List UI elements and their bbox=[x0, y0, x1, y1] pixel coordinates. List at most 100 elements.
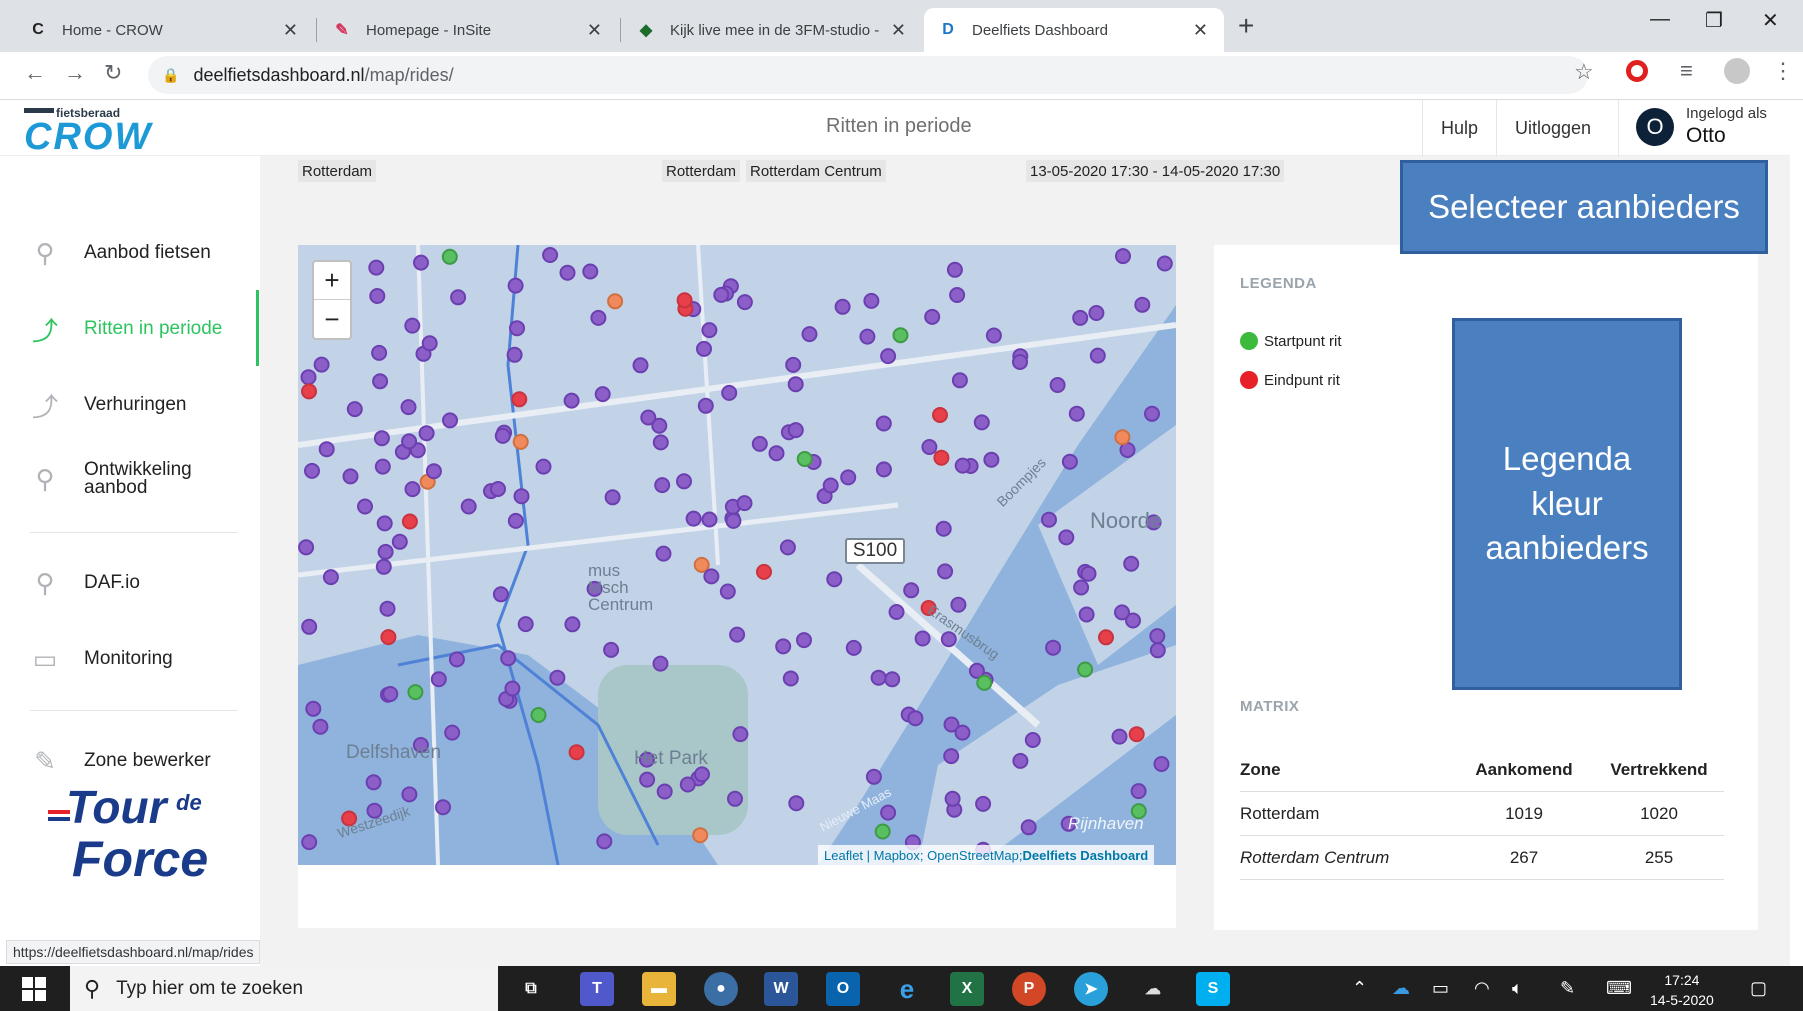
ride-dot[interactable] bbox=[1111, 728, 1128, 745]
ride-dot[interactable] bbox=[685, 510, 702, 527]
ride-dot[interactable] bbox=[374, 458, 391, 475]
ride-dot[interactable] bbox=[401, 786, 418, 803]
ride-dot[interactable] bbox=[932, 407, 948, 423]
teams-icon[interactable]: T bbox=[580, 972, 614, 1006]
help-button[interactable]: Hulp bbox=[1422, 100, 1496, 156]
ride-dot[interactable] bbox=[632, 357, 649, 374]
ride-dot[interactable] bbox=[1149, 628, 1166, 645]
ride-dot[interactable] bbox=[342, 468, 359, 485]
ride-dot[interactable] bbox=[729, 626, 746, 643]
ride-dot[interactable] bbox=[949, 287, 966, 303]
ride-dot[interactable] bbox=[655, 545, 672, 562]
ride-dot[interactable] bbox=[874, 823, 891, 840]
close-icon[interactable]: ✕ bbox=[587, 20, 602, 41]
ride-dot[interactable] bbox=[875, 415, 892, 432]
ride-dot[interactable] bbox=[639, 771, 656, 788]
edge-icon[interactable]: e bbox=[890, 972, 924, 1006]
ride-dot[interactable] bbox=[1134, 296, 1151, 313]
ride-dot[interactable] bbox=[448, 651, 465, 668]
ride-dot[interactable] bbox=[921, 439, 938, 455]
ride-dot[interactable] bbox=[693, 556, 710, 573]
sidebar-item-ritten-in-periode[interactable]: ⤴ Ritten in periode bbox=[26, 310, 222, 348]
ride-dot[interactable] bbox=[506, 346, 523, 363]
ride-dot[interactable] bbox=[1098, 629, 1114, 646]
ride-dot[interactable] bbox=[1068, 405, 1085, 422]
ride-dot[interactable] bbox=[298, 539, 315, 556]
ride-dot[interactable] bbox=[721, 384, 738, 401]
ride-dot[interactable] bbox=[954, 724, 971, 741]
attribution-brand[interactable]: Deelfiets Dashboard bbox=[1023, 848, 1149, 863]
keyboard-icon[interactable]: ⌨ bbox=[1606, 978, 1632, 999]
ride-dot[interactable] bbox=[1123, 555, 1140, 572]
ride-dot[interactable] bbox=[880, 348, 897, 365]
ride-dot[interactable] bbox=[751, 435, 768, 452]
ride-dot[interactable] bbox=[379, 600, 396, 617]
ride-dot[interactable] bbox=[826, 571, 843, 588]
ride-dot[interactable] bbox=[859, 328, 876, 345]
tab-insite[interactable]: ✎ Homepage - InSite ✕ bbox=[318, 8, 618, 52]
ride-dot[interactable] bbox=[1144, 405, 1160, 422]
sidebar-item-zone-bewerker[interactable]: ✎ Zone bewerker bbox=[26, 742, 211, 780]
media-queue-icon[interactable]: ≡ bbox=[1680, 58, 1693, 84]
ride-dot[interactable] bbox=[779, 539, 796, 556]
ride-dot[interactable] bbox=[376, 515, 393, 532]
ride-dot[interactable] bbox=[1077, 661, 1094, 678]
taskbar-search-input[interactable]: ⚲ Typ hier om te zoeken bbox=[70, 966, 498, 1011]
ride-dot[interactable] bbox=[1012, 752, 1029, 769]
ride-dot[interactable] bbox=[507, 277, 524, 294]
ride-dot[interactable] bbox=[401, 513, 418, 530]
file-explorer-icon[interactable]: ▬ bbox=[642, 972, 676, 1006]
ride-dot[interactable] bbox=[1041, 511, 1057, 528]
ride-dot[interactable] bbox=[450, 289, 467, 306]
battery-icon[interactable]: ▭ bbox=[1432, 978, 1449, 999]
sidebar-item-aanbod-fietsen[interactable]: ⚲ Aanbod fietsen bbox=[26, 234, 210, 272]
ride-dot[interactable] bbox=[368, 259, 385, 276]
ride-dot[interactable] bbox=[944, 790, 961, 807]
sidebar-item-ontwikkeling-aanbod[interactable]: ⚲ Ontwikkeling aanbod bbox=[26, 460, 204, 498]
ride-dot[interactable] bbox=[975, 795, 992, 812]
menu-dots-icon[interactable]: ⋮ bbox=[1772, 58, 1794, 84]
ride-dot[interactable] bbox=[509, 320, 525, 337]
ride-dot[interactable] bbox=[880, 804, 897, 821]
onedrive-icon[interactable]: ☁ bbox=[1392, 978, 1410, 999]
ride-dot[interactable] bbox=[696, 340, 712, 357]
ride-dot[interactable] bbox=[845, 639, 862, 656]
ride-dot[interactable] bbox=[692, 827, 709, 844]
ride-dot[interactable] bbox=[582, 263, 599, 280]
ride-dot[interactable] bbox=[444, 724, 461, 741]
powerpoint-icon[interactable]: P bbox=[1012, 972, 1046, 1006]
new-tab-button[interactable]: + bbox=[1238, 10, 1254, 42]
ride-dot[interactable] bbox=[512, 433, 529, 450]
ride-dot[interactable] bbox=[801, 326, 818, 343]
skype-icon[interactable]: S bbox=[1196, 972, 1230, 1006]
ride-dot[interactable] bbox=[1088, 305, 1105, 321]
ride-dot[interactable] bbox=[676, 292, 693, 309]
ride-dot[interactable] bbox=[1024, 732, 1041, 748]
ride-dot[interactable] bbox=[840, 469, 857, 486]
ride-dot[interactable] bbox=[701, 322, 718, 339]
ride-dot[interactable] bbox=[549, 669, 566, 686]
ride-dot[interactable] bbox=[703, 568, 720, 585]
rides-map[interactable] bbox=[298, 245, 1176, 865]
ride-dot[interactable] bbox=[1114, 604, 1130, 621]
outlook-icon[interactable]: O bbox=[826, 972, 860, 1006]
ride-dot[interactable] bbox=[418, 425, 435, 442]
ride-dot[interactable] bbox=[382, 686, 399, 702]
ride-dot[interactable] bbox=[413, 254, 429, 271]
ride-dot[interactable] bbox=[312, 718, 329, 735]
ride-dot[interactable] bbox=[946, 261, 963, 278]
ride-dot[interactable] bbox=[407, 684, 424, 701]
ride-dot[interactable] bbox=[875, 461, 892, 478]
ride-dot[interactable] bbox=[494, 427, 511, 444]
ride-dot[interactable] bbox=[301, 834, 318, 851]
ride-dot[interactable] bbox=[380, 629, 397, 646]
ride-dot[interactable] bbox=[535, 458, 552, 475]
ride-dot[interactable] bbox=[1156, 255, 1173, 272]
ride-dot[interactable] bbox=[542, 247, 559, 263]
ride-dot[interactable] bbox=[504, 680, 521, 697]
ride-dot[interactable] bbox=[924, 308, 941, 325]
ride-dot[interactable] bbox=[607, 293, 624, 310]
ride-dot[interactable] bbox=[604, 489, 621, 506]
ride-dot[interactable] bbox=[391, 533, 408, 550]
ride-dot[interactable] bbox=[1089, 347, 1106, 364]
